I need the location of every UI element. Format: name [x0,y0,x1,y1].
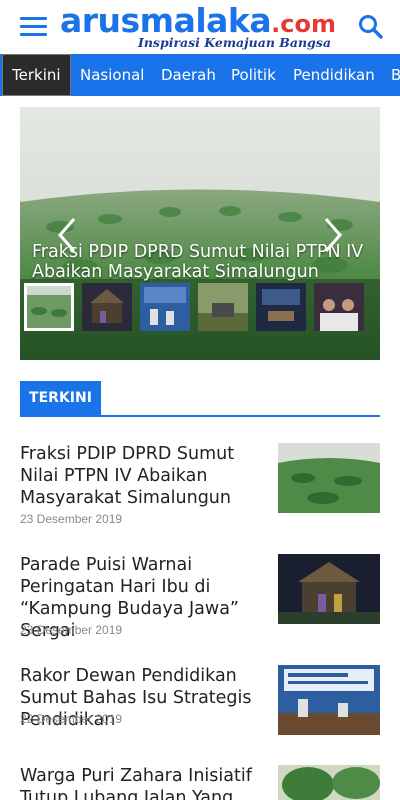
article-title[interactable]: Warga Puri Zahara Inisiatif Tutup Lubang… [20,765,265,800]
section-divider [20,415,380,417]
nav-item-daerah[interactable]: Daerah [161,54,216,96]
article-thumbnail[interactable] [278,443,380,513]
article-date: 23 Desember 2019 [20,623,123,637]
slider-thumb[interactable] [198,283,248,331]
nav-item-pendidikan[interactable]: Pendidikan [293,54,375,96]
list-item[interactable]: Parade Puisi Warnai Peringatan Hari Ibu … [20,554,380,644]
logo-suffix: .com [271,10,336,38]
slider-thumb[interactable] [82,283,132,331]
category-nav: Terkini Nasional Daerah Politik Pendidik… [0,54,400,96]
article-thumbnail[interactable] [278,665,380,735]
site-header: arusmalaka.com Inspirasi Kemajuan Bangsa [0,0,400,54]
slider-thumb[interactable] [24,283,74,331]
list-item[interactable]: Rakor Dewan Pendidikan Sumut Bahas Isu S… [20,665,380,755]
chevron-left-icon[interactable] [54,215,80,255]
nav-item-nasional[interactable]: Nasional [80,54,144,96]
chevron-right-icon[interactable] [320,215,346,255]
section-heading-terkini: TERKINI [20,381,101,416]
article-date: 22 Desember 2019 [20,712,123,726]
slider-thumbnails [24,283,380,335]
article-thumbnail[interactable] [278,765,380,800]
search-icon[interactable] [357,13,385,41]
site-logo[interactable]: arusmalaka.com Inspirasi Kemajuan Bangsa [60,1,350,52]
article-title[interactable]: Fraksi PDIP DPRD Sumut Nilai PTPN IV Aba… [20,443,265,509]
slider-thumb[interactable] [314,283,364,331]
nav-item-more[interactable]: B [391,54,400,96]
featured-slider[interactable]: Fraksi PDIP DPRD Sumut Nilai PTPN IV Aba… [20,107,380,360]
slider-thumb[interactable] [140,283,190,331]
article-date: 23 Desember 2019 [20,512,123,526]
list-item[interactable]: Fraksi PDIP DPRD Sumut Nilai PTPN IV Aba… [20,443,380,533]
article-thumbnail[interactable] [278,554,380,624]
list-item[interactable]: Warga Puri Zahara Inisiatif Tutup Lubang… [20,765,380,800]
logo-tagline: Inspirasi Kemajuan Bangsa [138,35,331,50]
nav-item-politik[interactable]: Politik [231,54,276,96]
slider-thumb[interactable] [256,283,306,331]
nav-item-terkini[interactable]: Terkini [2,54,71,96]
menu-icon[interactable] [20,17,47,37]
